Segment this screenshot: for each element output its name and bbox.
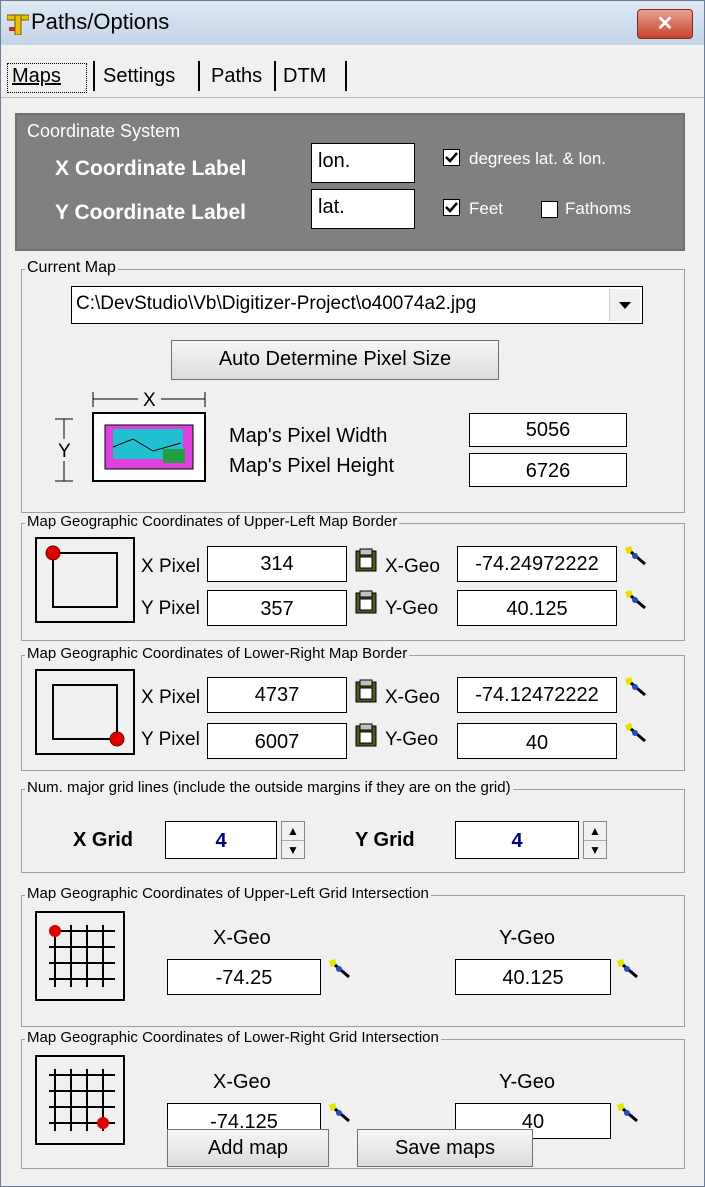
y-grid-input[interactable]: 4: [455, 821, 579, 859]
y-pixel-label: Y Pixel: [141, 598, 200, 619]
close-button[interactable]: ✕: [637, 9, 693, 39]
fathoms-label: Fathoms: [565, 199, 632, 218]
clipboard-icon[interactable]: [355, 590, 377, 614]
x-pixel-label: X Pixel: [141, 687, 201, 708]
spin-down-icon[interactable]: ▼: [584, 841, 606, 859]
map-pick-icon[interactable]: [623, 675, 649, 699]
coordinate-system-panel: Coordinate System X Coordinate Label lon…: [15, 113, 685, 251]
spin-down-icon[interactable]: ▼: [282, 841, 304, 859]
map-pick-icon[interactable]: [623, 588, 649, 612]
tab-divider: [198, 61, 200, 91]
check-icon: [445, 152, 458, 163]
pixel-height-input[interactable]: 6726: [469, 453, 627, 487]
spin-up-icon[interactable]: ▲: [282, 822, 304, 841]
upper-left-grid-icon: [35, 911, 125, 1001]
ul-y-pixel-input[interactable]: 357: [207, 590, 347, 626]
tab-dtm[interactable]: DTM: [283, 65, 326, 88]
y-geo-label: Y-Geo: [385, 598, 439, 619]
y-grid-label: Y Grid: [355, 829, 415, 851]
coordinate-system-title: Coordinate System: [27, 121, 181, 141]
feet-label: Feet: [469, 199, 504, 218]
paths-app-icon: [7, 14, 29, 35]
upper-left-border-title: Map Geographic Coordinates of Upper-Left…: [25, 513, 400, 530]
auto-determine-button[interactable]: Auto Determine Pixel Size: [171, 340, 499, 380]
chevron-down-icon: [619, 302, 631, 309]
x-coordinate-input[interactable]: lon.: [311, 143, 415, 183]
feet-checkbox[interactable]: [443, 199, 460, 216]
map-pick-icon[interactable]: [327, 957, 353, 981]
upper-left-corner-icon: [35, 537, 135, 623]
y-symbol: Y: [58, 441, 71, 462]
check-icon: [445, 202, 458, 213]
map-path-value: C:\DevStudio\Vb\Digitizer-Project\o40074…: [76, 293, 477, 314]
x-grid-label: X Grid: [73, 829, 134, 851]
degrees-checkbox[interactable]: [443, 149, 460, 166]
dropdown-button[interactable]: [609, 289, 640, 321]
x-geo-heading: X-Geo: [213, 1071, 271, 1093]
grid-lines-title: Num. major grid lines (include the outsi…: [25, 779, 513, 796]
x-geo-label: X-Geo: [385, 556, 440, 577]
lr-y-pixel-input[interactable]: 6007: [207, 723, 347, 759]
map-pick-icon[interactable]: [623, 721, 649, 745]
x-coordinate-label: X Coordinate Label: [55, 157, 247, 180]
map-pick-icon[interactable]: [615, 957, 641, 981]
y-grid-spinner[interactable]: ▲ ▼: [583, 821, 607, 859]
lr-x-pixel-input[interactable]: 4737: [207, 677, 347, 713]
map-path-select[interactable]: C:\DevStudio\Vb\Digitizer-Project\o40074…: [71, 286, 643, 324]
map-pick-icon[interactable]: [615, 1101, 641, 1125]
window-title: Paths/Options: [31, 9, 170, 34]
current-map-title: Current Map: [25, 259, 118, 277]
pixel-height-label: Map's Pixel Height: [229, 455, 394, 477]
x-pixel-label: X Pixel: [141, 556, 201, 577]
ul-grid-x-geo-input[interactable]: -74.25: [167, 959, 321, 995]
tab-maps[interactable]: Maps: [12, 65, 61, 88]
y-geo-label: Y-Geo: [385, 729, 439, 750]
lower-right-grid-title: Map Geographic Coordinates of Lower-Righ…: [25, 1029, 441, 1046]
tab-paths[interactable]: Paths: [211, 65, 262, 88]
lower-right-grid-icon: [35, 1055, 125, 1145]
ul-x-geo-input[interactable]: -74.24972222: [457, 546, 617, 582]
degrees-label: degrees lat. & lon.: [469, 149, 607, 168]
map-pick-icon[interactable]: [327, 1101, 353, 1125]
clipboard-icon[interactable]: [355, 548, 377, 572]
save-maps-label: Save maps: [394, 1137, 496, 1159]
lr-x-geo-input[interactable]: -74.12472222: [457, 677, 617, 713]
save-maps-button[interactable]: Save maps: [357, 1129, 533, 1167]
x-geo-heading: X-Geo: [213, 927, 271, 949]
clipboard-icon[interactable]: [355, 723, 377, 747]
lower-right-border-title: Map Geographic Coordinates of Lower-Righ…: [25, 645, 410, 662]
fathoms-checkbox[interactable]: [541, 201, 558, 218]
add-map-label: Add map: [207, 1137, 289, 1159]
x-grid-spinner[interactable]: ▲ ▼: [281, 821, 305, 859]
pixel-width-label: Map's Pixel Width: [229, 425, 388, 447]
y-pixel-label: Y Pixel: [141, 729, 200, 750]
upper-left-grid-title: Map Geographic Coordinates of Upper-Left…: [25, 885, 431, 902]
paths-options-window: Paths/Options ✕ Maps Settings Paths DTM …: [0, 0, 705, 1187]
x-symbol: X: [143, 390, 156, 411]
tab-divider: [274, 61, 276, 91]
lower-right-corner-icon: [35, 669, 135, 755]
title-bar: Paths/Options ✕: [1, 1, 704, 45]
pixel-width-input[interactable]: 5056: [469, 413, 627, 447]
lr-y-geo-input[interactable]: 40: [457, 723, 617, 759]
ul-x-pixel-input[interactable]: 314: [207, 546, 347, 582]
clipboard-icon[interactable]: [355, 679, 377, 703]
ul-y-geo-input[interactable]: 40.125: [457, 590, 617, 626]
y-coordinate-label: Y Coordinate Label: [55, 201, 246, 224]
auto-determine-label: Auto Determine Pixel Size: [218, 348, 452, 370]
y-geo-heading: Y-Geo: [499, 927, 555, 949]
tab-divider: [345, 61, 347, 91]
add-map-button[interactable]: Add map: [167, 1129, 329, 1167]
x-geo-label: X-Geo: [385, 687, 440, 708]
tab-divider: [93, 61, 95, 91]
spin-up-icon[interactable]: ▲: [584, 822, 606, 841]
y-coordinate-input[interactable]: lat.: [311, 189, 415, 229]
x-grid-input[interactable]: 4: [165, 821, 277, 859]
tab-settings[interactable]: Settings: [103, 65, 175, 88]
map-size-diagram-icon: [55, 392, 206, 482]
map-pick-icon[interactable]: [623, 544, 649, 568]
y-geo-heading: Y-Geo: [499, 1071, 555, 1093]
ul-grid-y-geo-input[interactable]: 40.125: [455, 959, 611, 995]
